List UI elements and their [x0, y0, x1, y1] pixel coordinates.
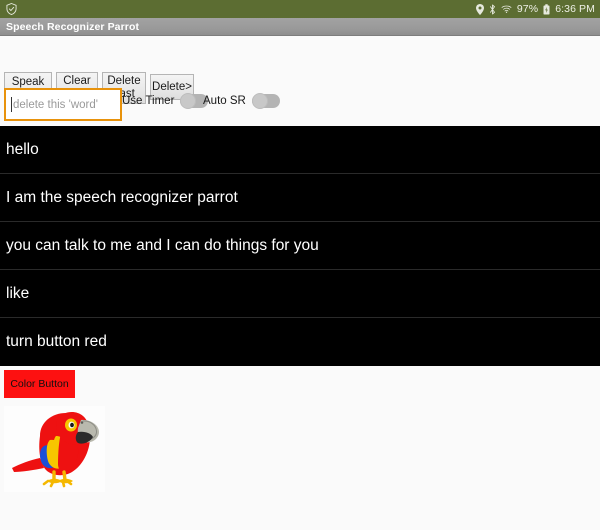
wifi-icon — [501, 4, 512, 14]
delete-word-input-placeholder: delete this 'word' — [13, 98, 98, 111]
parrot-illustration — [12, 412, 99, 488]
parrot-image — [4, 406, 105, 492]
app-title-bar: Speech Recognizer Parrot — [0, 18, 600, 36]
auto-sr-toggle[interactable] — [251, 93, 280, 109]
toggle-thumb — [180, 93, 197, 109]
color-button[interactable]: Color Button — [4, 370, 75, 398]
list-item[interactable]: I am the speech recognizer parrot — [0, 174, 600, 222]
location-icon — [475, 3, 484, 15]
list-item[interactable]: you can talk to me and I can do things f… — [0, 222, 600, 270]
auto-sr-label: Auto SR — [203, 95, 246, 107]
battery-percent-label: 97% — [516, 3, 539, 15]
toolbar: Speak another word Clear ALL Delete Last… — [0, 36, 600, 118]
clock-label: 6:36 PM — [555, 3, 595, 15]
battery-icon — [543, 3, 550, 15]
app-title: Speech Recognizer Parrot — [6, 20, 140, 33]
delete-word-input[interactable]: delete this 'word' — [4, 88, 122, 121]
status-bar-left — [6, 3, 17, 15]
list-item[interactable]: like — [0, 270, 600, 318]
use-timer-label: Use Timer — [122, 95, 175, 107]
status-bar-right: 97% 6:36 PM — [475, 3, 595, 15]
recognized-phrases-list: hello I am the speech recognizer parrot … — [0, 126, 600, 366]
status-bar: 97% 6:36 PM — [0, 0, 600, 18]
bluetooth-icon — [489, 4, 496, 15]
toggle-thumb — [251, 93, 268, 109]
input-row: delete this 'word' Use Timer Auto SR — [0, 88, 600, 124]
shield-check-icon — [6, 3, 17, 15]
text-caret — [11, 97, 12, 112]
list-item[interactable]: hello — [0, 126, 600, 174]
use-timer-group: Use Timer — [122, 93, 209, 109]
auto-sr-group: Auto SR — [203, 93, 280, 109]
list-item[interactable]: turn button red — [0, 318, 600, 366]
